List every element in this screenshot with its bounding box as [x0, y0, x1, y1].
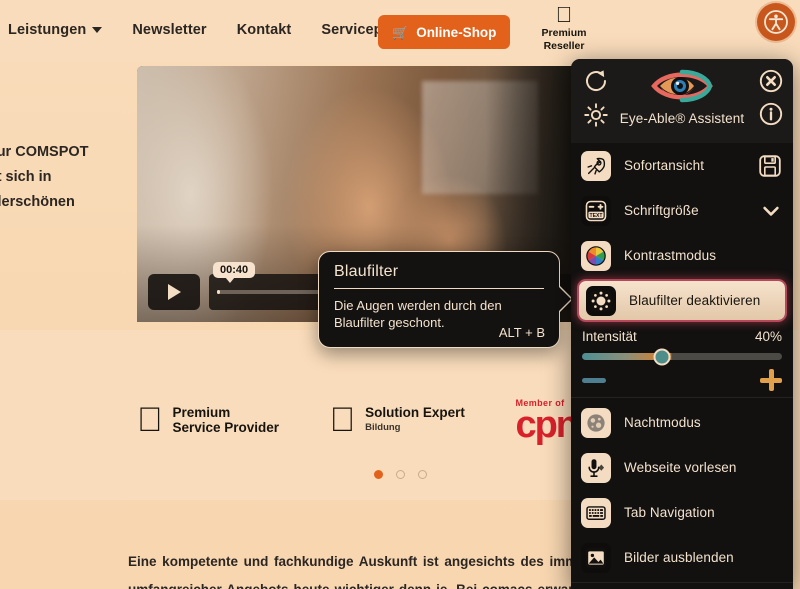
- intensity-value: 40%: [754, 329, 782, 344]
- intensity-header: Intensität 40%: [582, 329, 782, 344]
- reseller-line-1: Premium: [529, 27, 599, 39]
- save-floppy-icon[interactable]: [757, 153, 783, 179]
- apple-premium-reseller-badge:  Premium Reseller: [529, 4, 599, 53]
- panel-item-label: Webseite vorlesen: [624, 460, 737, 475]
- video-time-tooltip: 00:40: [213, 262, 256, 283]
- chevron-down-icon[interactable]: [759, 199, 783, 223]
- body-paragraph: Eine kompetente und fachkundige Auskunft…: [128, 554, 590, 589]
- plus-icon[interactable]: [760, 369, 782, 391]
- panel-title: Eye-Able® Assistent: [619, 111, 745, 126]
- carousel-dot-2[interactable]: [395, 470, 405, 479]
- accessibility-person-icon: [764, 10, 788, 34]
- play-button[interactable]: [148, 274, 200, 310]
- partner-line-1: Premium: [147, 405, 231, 420]
- play-icon: [167, 284, 181, 300]
- panel-item-label: Nachtmodus: [624, 415, 701, 430]
- panel-item-schriftgroesse[interactable]: TEXT Schriftgröße: [571, 188, 793, 233]
- tooltip-arrow: [558, 286, 571, 312]
- nav-item-kontakt[interactable]: Kontakt: [237, 22, 292, 38]
- partner-logos:  Premium Service Provider  Solution Ex…: [137, 398, 579, 446]
- teaser-line: ören zur COMSPOT: [0, 144, 89, 160]
- eye-able-eye-icon: [650, 68, 714, 109]
- partner-line-1: Solution Expert: [339, 405, 465, 420]
- panel-item-label: Kontrastmodus: [624, 248, 717, 263]
- tooltip-title: Blaufilter: [334, 263, 399, 280]
- partner-apple-solution-expert:  Solution Expert Bildung: [330, 403, 465, 437]
- panel-item-label: Tab Navigation: [624, 505, 715, 520]
- close-icon[interactable]: [759, 69, 783, 98]
- panel-item-label: Sofortansicht: [624, 158, 705, 173]
- online-shop-label: Online-Shop: [416, 24, 497, 40]
- chevron-down-icon: [92, 27, 103, 33]
- nav-item-leistungen[interactable]: Leistungen: [8, 22, 103, 38]
- panel-divider: [571, 397, 793, 398]
- minus-icon[interactable]: [582, 377, 606, 383]
- refresh-icon[interactable]: [583, 68, 609, 99]
- apple-logo-icon: : [137, 403, 163, 437]
- partner-apple-premium-service-provider:  Premium Service Provider: [137, 403, 280, 437]
- cpn-logo-icon: Member of cpn: [515, 398, 579, 446]
- screen: Leistungen Newsletter Kontakt Servicepor…: [0, 0, 800, 589]
- moon-icon: [581, 407, 611, 438]
- nav-item-newsletter[interactable]: Newsletter: [132, 22, 206, 38]
- partner-sub: Bildung: [339, 422, 400, 433]
- online-shop-button[interactable]: 🛒 Online-Shop: [378, 15, 511, 49]
- blaufilter-tooltip: Blaufilter Die Augen werden durch den Bl…: [318, 251, 586, 348]
- panel-item-webseite-vorlesen[interactable]: Webseite vorlesen: [571, 445, 793, 490]
- partner-text: Solution Expert Bildung: [365, 405, 465, 435]
- intensity-label: Intensität: [582, 329, 637, 344]
- nav-item-label: Leistungen: [8, 22, 87, 38]
- reseller-line-2: Reseller: [529, 40, 599, 52]
- panel-item-label: Schriftgröße: [624, 203, 699, 218]
- eye-able-assistant-panel[interactable]: Eye-Able® Assistent Sofortansicht TEXT S…: [571, 59, 793, 589]
- panel-divider: [571, 582, 793, 583]
- intensity-slider-track[interactable]: [582, 348, 782, 365]
- carousel-dot-3[interactable]: [417, 470, 427, 479]
- svg-text:TEXT: TEXT: [589, 212, 603, 218]
- tooltip-divider: [334, 288, 544, 289]
- partner-text: Premium Service Provider: [173, 405, 280, 435]
- nav-links: Leistungen Newsletter Kontakt Servicepor…: [8, 22, 415, 38]
- image-icon: [581, 542, 611, 573]
- apple-logo-icon: : [529, 4, 599, 26]
- tooltip-shortcut: ALT + B: [498, 325, 545, 340]
- panel-item-label: Blaufilter deaktivieren: [629, 293, 761, 308]
- intensity-slider-group[interactable]: Intensität 40%: [571, 323, 793, 395]
- panel-item-tab-navigation[interactable]: Tab Navigation: [571, 490, 793, 535]
- teaser-line: r wunderschönen: [0, 194, 75, 210]
- panel-item-sofortansicht[interactable]: Sofortansicht: [571, 143, 793, 188]
- text-size-icon: TEXT: [581, 195, 611, 226]
- accessibility-fab-button[interactable]: [757, 3, 795, 41]
- teaser-line: Fans: [0, 215, 144, 240]
- partner-cpn: Member of cpn: [515, 398, 579, 446]
- microphone-icon: [581, 452, 611, 483]
- panel-item-list: Sofortansicht TEXT Schriftgröße Kontrast…: [571, 143, 793, 589]
- panel-item-bilder-ausblenden[interactable]: Bilder ausblenden: [571, 535, 793, 580]
- nav-item-label: Kontakt: [236, 22, 292, 38]
- video-progress-fill: [217, 290, 220, 294]
- panel-header: Eye-Able® Assistent: [571, 59, 793, 143]
- cpn-wordmark: cpn: [515, 404, 579, 446]
- keyboard-icon: [581, 497, 611, 528]
- panel-item-label: Bilder ausblenden: [624, 550, 734, 565]
- panel-item-blaufilter[interactable]: Blaufilter deaktivieren: [579, 281, 785, 320]
- shopping-cart-icon: 🛒: [392, 24, 409, 40]
- intensity-step-buttons: [582, 369, 782, 391]
- panel-item-partial-next[interactable]: [571, 585, 793, 589]
- color-wheel-icon: [581, 240, 611, 271]
- teaser-text: ören zur COMSPOT efindet sich in r wunde…: [0, 140, 144, 240]
- apple-logo-icon: : [330, 403, 356, 437]
- top-navigation-bar: Leistungen Newsletter Kontakt Servicepor…: [0, 0, 800, 62]
- panel-item-nachtmodus[interactable]: Nachtmodus: [571, 400, 793, 445]
- brightness-sun-icon: [586, 285, 616, 316]
- intensity-slider-handle[interactable]: [653, 348, 671, 365]
- nav-item-label: Newsletter: [132, 22, 207, 38]
- partner-line-2: Service Provider: [147, 420, 280, 435]
- rocket-icon: [581, 150, 611, 181]
- panel-item-kontrastmodus[interactable]: Kontrastmodus: [571, 233, 793, 278]
- carousel-dot-1[interactable]: [373, 470, 383, 479]
- teaser-line: efindet sich in: [0, 169, 52, 185]
